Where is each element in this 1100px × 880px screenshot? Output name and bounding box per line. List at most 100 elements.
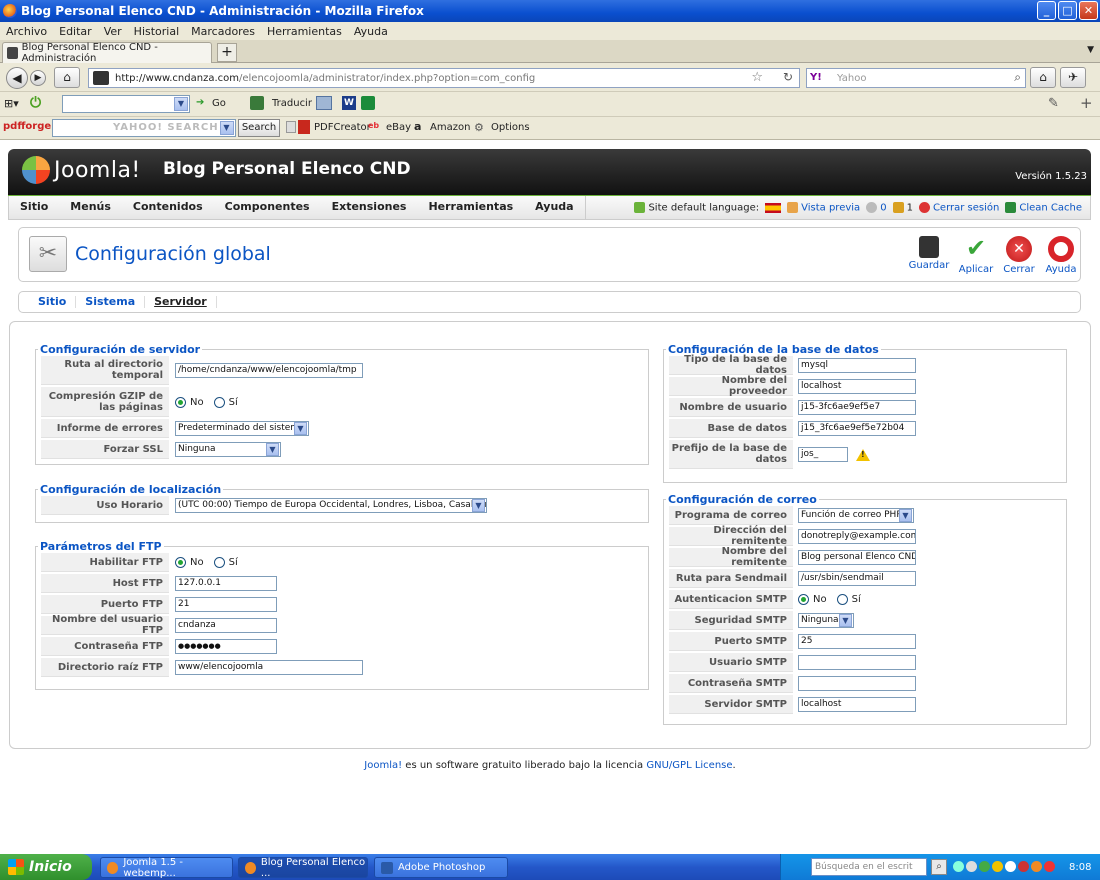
desktop-search-input[interactable]: Búsqueda en el escrit <box>811 858 927 876</box>
pdfforge-logo[interactable]: pdfforge <box>3 121 51 132</box>
ftp-port-input[interactable]: 21 <box>175 597 277 612</box>
chevron-down-icon[interactable]: ▼ <box>266 443 279 456</box>
chevron-down-icon[interactable]: ▼ <box>839 614 852 627</box>
preview-link[interactable]: Vista previa <box>787 201 860 213</box>
search-icon[interactable]: ⌕ <box>1014 70 1021 85</box>
menu-archivo[interactable]: Archivo <box>6 25 47 38</box>
start-button[interactable]: Inicio <box>0 854 92 880</box>
smtp-auth-yes-radio[interactable] <box>836 594 848 605</box>
menu-menus[interactable]: Menús <box>59 196 122 219</box>
smtp-port-input[interactable]: 25 <box>798 634 916 649</box>
menu-ayuda[interactable]: Ayuda <box>524 196 584 219</box>
search-input[interactable]: Y! Yahoo ⌕ <box>806 68 1026 88</box>
menu-herramientas[interactable]: Herramientas <box>417 196 524 219</box>
forward-button[interactable]: ▶ <box>30 70 46 86</box>
tray-volume-icon[interactable] <box>1005 861 1016 872</box>
chevron-down-icon[interactable]: ▼ <box>220 121 234 135</box>
back-button[interactable]: ◀ <box>6 67 28 89</box>
search-button[interactable]: Search <box>238 119 280 137</box>
ftp-host-input[interactable]: 127.0.0.1 <box>175 576 277 591</box>
add-toolbar-icon[interactable]: + <box>1080 94 1093 112</box>
reload-icon[interactable]: ↻ <box>783 70 793 84</box>
ebay-link[interactable]: eBay <box>386 122 411 133</box>
menu-historial[interactable]: Historial <box>134 25 179 38</box>
messages-link[interactable]: 0 <box>866 201 887 213</box>
license-link[interactable]: GNU/GPL License <box>646 760 732 771</box>
grid-icon[interactable]: ⊞▾ <box>4 97 19 110</box>
db-type-input[interactable]: mysql <box>798 358 916 373</box>
timezone-select[interactable]: (UTC 00:00) Tiempo de Europa Occidental,… <box>175 498 487 513</box>
ebay-icon[interactable]: eb <box>368 121 379 130</box>
help-button[interactable]: Ayuda <box>1039 236 1083 275</box>
wrench-icon[interactable]: ✎ <box>1048 96 1059 111</box>
addon-icon[interactable]: ✈ <box>1060 67 1086 88</box>
url-bar[interactable]: http://www.cndanza.com/elencojoomla/admi… <box>88 68 800 88</box>
logout-link[interactable]: Cerrar sesión <box>918 201 999 213</box>
smtp-user-input[interactable] <box>798 655 916 670</box>
taskbar-item-blog[interactable]: Blog Personal Elenco ... <box>238 857 368 879</box>
yahoo-engine-icon[interactable]: Y! <box>810 72 822 83</box>
green-addon-icon[interactable] <box>361 96 375 110</box>
tray-security-icon[interactable] <box>992 861 1003 872</box>
save-button[interactable]: Guardar <box>907 236 951 271</box>
taskbar-item-photoshop[interactable]: Adobe Photoshop <box>374 857 508 878</box>
apply-button[interactable]: ✔ Aplicar <box>954 236 998 275</box>
menu-marcadores[interactable]: Marcadores <box>191 25 255 38</box>
smtp-auth-no-radio[interactable] <box>798 594 809 605</box>
screen-icon[interactable] <box>316 96 332 110</box>
chevron-down-icon[interactable]: ▼ <box>472 499 485 512</box>
tray-shield-icon[interactable] <box>979 861 990 872</box>
db-name-input[interactable]: j15_3fc6ae9ef5e72b04 <box>798 421 916 436</box>
taskbar-item-joomla[interactable]: Joomla 1.5 - webemp... <box>100 857 233 879</box>
tab-list-chevron-icon[interactable]: ▼ <box>1087 45 1094 55</box>
addon-search-combo[interactable]: ▼ <box>62 95 190 113</box>
smtp-pass-input[interactable] <box>798 676 916 691</box>
db-user-input[interactable]: j15-3fc6ae9ef5e7 <box>798 400 916 415</box>
tab-sistema[interactable]: Sistema <box>76 296 146 308</box>
error-report-select[interactable]: Predeterminado del sistema ▼ <box>175 421 309 436</box>
clean-cache-link[interactable]: Clean Cache <box>1005 201 1082 213</box>
home-icon[interactable]: ⌂ <box>1030 67 1056 88</box>
options-button[interactable]: Options <box>491 122 530 133</box>
maximize-button[interactable]: □ <box>1058 1 1077 20</box>
go-arrow-icon[interactable]: ➔ <box>196 97 204 108</box>
ftp-user-input[interactable]: cndanza <box>175 618 277 633</box>
bookmark-star-icon[interactable]: ☆ <box>751 70 763 85</box>
minimize-button[interactable]: _ <box>1037 1 1056 20</box>
gzip-no-radio[interactable] <box>175 396 186 408</box>
tray-firefox-icon[interactable] <box>1031 861 1042 872</box>
joomla-link[interactable]: Joomla! <box>364 760 402 771</box>
pdf-icon[interactable] <box>298 120 310 134</box>
db-prefix-input[interactable]: jos_ <box>798 447 848 462</box>
mailer-select[interactable]: Función de correo PHP ▼ <box>798 508 914 523</box>
desktop-search-icon[interactable]: ⌕ <box>931 859 947 875</box>
translate-button[interactable]: Traducir <box>272 98 312 109</box>
pdfcreator-link[interactable]: PDFCreator <box>314 122 371 133</box>
chevron-down-icon[interactable]: ▼ <box>294 422 307 435</box>
word-icon[interactable]: W <box>342 96 356 110</box>
tray-antivirus-icon[interactable] <box>1044 861 1055 872</box>
tab-servidor[interactable]: Servidor <box>145 296 217 308</box>
smtp-secure-select[interactable]: Ninguna ▼ <box>798 613 854 628</box>
mail-fromname-input[interactable]: Blog personal Elenco CND <box>798 550 916 565</box>
home-page-icon[interactable]: ⌂ <box>54 67 80 88</box>
menu-herramientas[interactable]: Herramientas <box>267 25 342 38</box>
amazon-link[interactable]: Amazon <box>430 122 470 133</box>
menu-componentes[interactable]: Componentes <box>214 196 321 219</box>
browser-tab[interactable]: Blog Personal Elenco CND - Administració… <box>2 42 212 64</box>
db-host-input[interactable]: localhost <box>798 379 916 394</box>
addon-power-icon[interactable]: ⏻ <box>30 95 41 111</box>
go-button[interactable]: Go <box>212 98 226 109</box>
gzip-yes-radio[interactable] <box>213 396 225 408</box>
yahoo-search-input[interactable]: YAHOO! SEARCH ▼ <box>52 119 236 137</box>
site-identity-icon[interactable] <box>93 71 109 85</box>
close-window-button[interactable]: ✕ <box>1079 1 1098 20</box>
close-button[interactable]: ✕ Cerrar <box>997 236 1041 275</box>
menu-sitio[interactable]: Sitio <box>9 196 59 219</box>
ftp-root-input[interactable]: www/elencojoomla <box>175 660 363 675</box>
tmp-path-input[interactable]: /home/cndanza/www/elencojoomla/tmp <box>175 363 363 378</box>
force-ssl-select[interactable]: Ninguna ▼ <box>175 442 281 457</box>
options-gear-icon[interactable]: ⚙ <box>474 121 484 134</box>
sendmail-input[interactable]: /usr/sbin/sendmail <box>798 571 916 586</box>
smtp-host-input[interactable]: localhost <box>798 697 916 712</box>
